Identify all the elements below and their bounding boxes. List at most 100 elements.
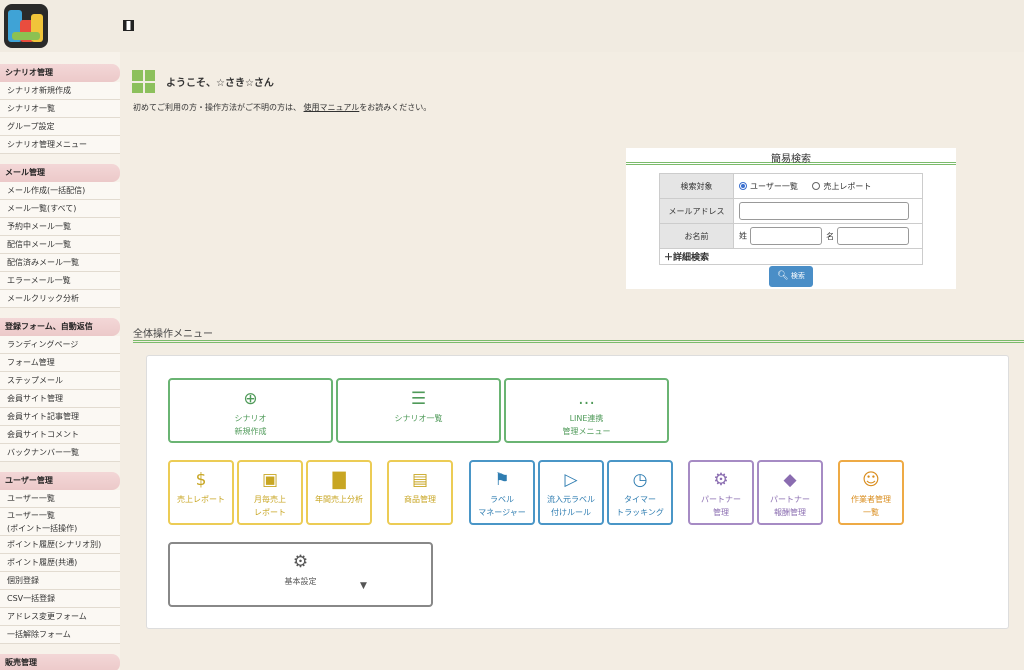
tile-partner-reward[interactable]: ◆ パートナー 報酬管理 [757,460,823,525]
tile-scenario-new-l1: シナリオ [234,414,267,423]
intro-text-before: 初めてご利用の方・操作方法がご不明の方は、 [133,103,301,112]
sidebar-item-csv-register[interactable]: CSV一括登録 [0,590,120,608]
tile-products-l1: 商品管理 [404,495,436,504]
sidebar-item-mail-sent[interactable]: 配信済みメール一覧 [0,254,120,272]
intro-text: 初めてご利用の方・操作方法がご不明の方は、 使用マニュアルをお読みください。 [133,102,431,113]
ops-menu-title: 全体操作メニュー [133,329,213,340]
search-button[interactable]: 🔍︎ 検索 [769,266,813,287]
chevron-down-icon[interactable]: ▼ [360,580,367,593]
tile-basic-settings-l1: 基本設定 [284,577,317,586]
sidebar-item-point-history-common[interactable]: ポイント履歴(共通) [0,554,120,572]
sidebar-item-mail-all[interactable]: メール一覧(すべて) [0,200,120,218]
shield-user-icon: ◆ [783,470,797,490]
last-name-field[interactable] [749,227,822,245]
tile-partner-l2: 管理 [713,508,729,517]
name-label: お名前 [659,223,734,249]
ops-menu-panel: ⊕ シナリオ 新規作成 ☰ シナリオ一覧 … LINE連携 管理メニュー $ 売… [146,355,1009,629]
sidebar-item-scenario-list[interactable]: シナリオ一覧 [0,100,120,118]
tile-monthly-l2: レポート [254,508,286,517]
quick-search-form: 検索対象 ユーザー一覧 売上レポート メールアドレス お名前 姓 名 ＋詳細検索 [659,173,923,265]
last-name-label: 姓 [739,231,747,241]
tile-timer[interactable]: ◷ タイマー トラッキング [607,460,673,525]
radio-users[interactable] [739,181,747,190]
sidebar-item-mail-create[interactable]: メール作成(一括配信) [0,182,120,200]
sidebar-item-landing[interactable]: ランディングページ [0,336,120,354]
tile-timer-l2: トラッキング [616,508,664,517]
tile-label-manager[interactable]: ⚑ ラベル マネージャー [469,460,535,525]
welcome-message: ようこそ、☆さき☆さん [166,78,274,89]
sidebar-item-address-change[interactable]: アドレス変更フォーム [0,608,120,626]
tile-scenario-list[interactable]: ☰ シナリオ一覧 [336,378,501,443]
sidebar-item-member-site[interactable]: 会員サイト管理 [0,390,120,408]
sidebar-item-individual-register[interactable]: 個別登録 [0,572,120,590]
sidebar-item-scenario-new[interactable]: シナリオ新規作成 [0,82,120,100]
top-bar [0,0,1024,52]
sidebar-item-scenario-menu[interactable]: シナリオ管理メニュー [0,136,120,154]
gift-icon: ▤ [411,470,429,490]
tile-sales-report[interactable]: $ 売上レポート [168,460,234,525]
email-label: メールアドレス [659,198,734,224]
sidebar-item-group-settings[interactable]: グループ設定 [0,118,120,136]
sidebar-item-point-history-scenario[interactable]: ポイント履歴(シナリオ別) [0,536,120,554]
advanced-search-toggle[interactable]: ＋詳細検索 [659,248,923,265]
tile-source-label[interactable]: ▷ 流入元ラベル 付けルール [538,460,604,525]
sidebar-item-step-mail[interactable]: ステップメール [0,372,120,390]
tile-partner-reward-l1: パートナー [770,495,810,504]
search-icon: 🔍︎ [777,271,789,281]
first-name-field[interactable] [836,227,909,245]
tile-scenario-new-l2: 新規作成 [234,427,267,436]
radio-users-label[interactable]: ユーザー一覧 [750,182,798,191]
tile-partner-l1: パートナー [701,495,741,504]
tile-timer-l1: タイマー [624,495,656,504]
tile-line-l1: LINE連携 [569,414,604,423]
email-field[interactable] [739,202,909,220]
sidebar-item-member-articles[interactable]: 会員サイト記事管理 [0,408,120,426]
tile-source-label-l2: 付けルール [551,508,591,517]
list-icon: ☰ [410,389,427,409]
ops-divider [133,340,1024,343]
sidebar-item-form-manage[interactable]: フォーム管理 [0,354,120,372]
sidebar-section-scenario: シナリオ管理 [0,64,120,82]
sidebar-item-user-list[interactable]: ユーザー一覧 [0,490,120,508]
quick-search-title: 簡易検索 [626,148,956,165]
sidebar: シナリオ管理 シナリオ新規作成 シナリオ一覧 グループ設定 シナリオ管理メニュー… [0,52,120,670]
tile-line[interactable]: … LINE連携 管理メニュー [504,378,669,443]
tile-label-manager-l2: マネージャー [478,508,526,517]
sidebar-item-user-points[interactable]: ユーザー一覧 (ポイント一括操作) [0,508,120,536]
search-button-label: 検索 [790,272,805,280]
sidebar-item-backnumbers[interactable]: バックナンバー一覧 [0,444,120,462]
sidebar-item-mail-reserved[interactable]: 予約中メール一覧 [0,218,120,236]
tile-worker[interactable]: ☺ 作業者管理 一覧 [838,460,904,525]
sidebar-item-mail-click[interactable]: メールクリック分析 [0,290,120,308]
grid-icon [132,70,155,93]
sidebar-item-mail-sending[interactable]: 配信中メール一覧 [0,236,120,254]
sidebar-item-user-points-label: ユーザー一覧 (ポイント一括操作) [7,511,78,533]
sidebar-item-mail-error[interactable]: エラーメール一覧 [0,272,120,290]
id-card-icon: ☺ [862,470,880,490]
quick-search-panel: 簡易検索 検索対象 ユーザー一覧 売上レポート メールアドレス お名前 姓 名 [626,148,956,289]
tile-products[interactable]: ▤ 商品管理 [387,460,453,525]
tile-monthly[interactable]: ▣ 月毎売上 レポート [237,460,303,525]
chat-icon: … [578,389,595,409]
tile-worker-l1: 作業者管理 [851,495,891,504]
tile-annual[interactable]: ▇ 年間売上分析 [306,460,372,525]
sidebar-item-bulk-unsubscribe[interactable]: 一括解除フォーム [0,626,120,644]
radio-sales[interactable] [812,181,821,190]
manual-link[interactable]: 使用マニュアル [304,103,360,112]
tile-worker-l2: 一覧 [863,508,879,517]
tile-partner-reward-l2: 報酬管理 [774,508,806,517]
sidebar-item-member-comments[interactable]: 会員サイトコメント [0,426,120,444]
tile-sales-report-l1: 売上レポート [177,495,225,504]
app-logo[interactable] [4,4,48,48]
tile-line-l2: 管理メニュー [562,427,611,436]
tile-scenario-new[interactable]: ⊕ シナリオ 新規作成 [168,378,333,443]
sidebar-section-mail: メール管理 [0,164,120,182]
qr-code-icon[interactable] [123,20,134,31]
radio-sales-label[interactable]: 売上レポート [823,182,871,191]
bar-chart-icon: ▣ [261,470,279,490]
sidebar-section-forms: 登録フォーム、自動返信 [0,318,120,336]
intro-text-after: をお読みください。 [359,103,432,112]
tile-basic-settings[interactable]: ⚙ 基本設定 ▼ [168,542,433,607]
dollar-icon: $ [195,470,207,490]
tile-partner[interactable]: ⚙ パートナー 管理 [688,460,754,525]
